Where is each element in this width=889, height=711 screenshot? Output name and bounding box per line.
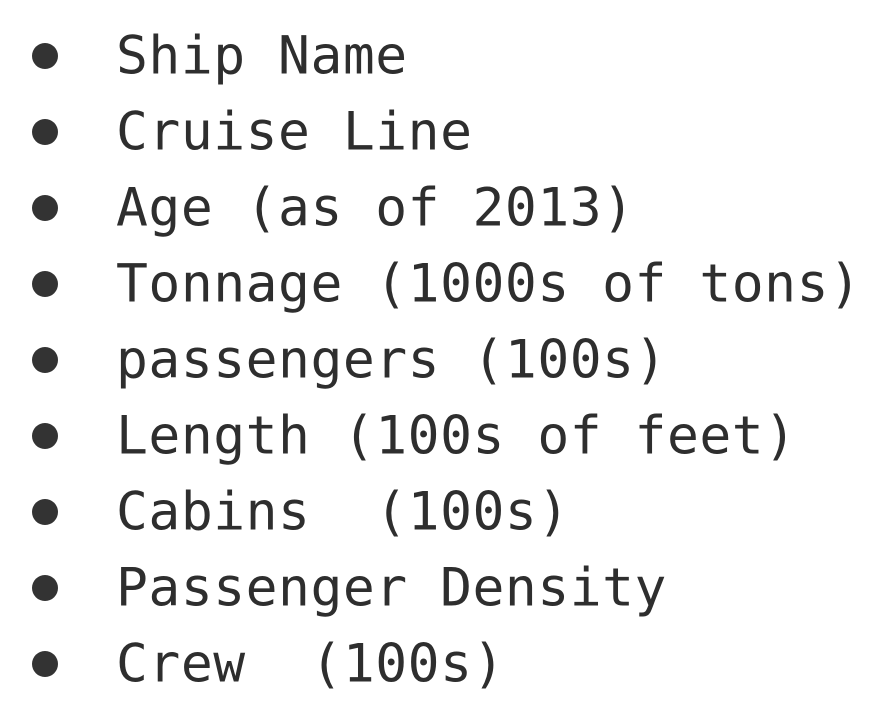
list-item-label: Age (as of 2013): [116, 177, 635, 239]
list-item: Cruise Line: [0, 94, 889, 170]
bullet-dot-icon: [32, 347, 58, 373]
list-item-label: Cabins (100s): [116, 481, 570, 543]
bullet-dot-icon: [32, 423, 58, 449]
list-item-label: Ship Name: [116, 25, 408, 87]
list-item: Ship Name: [0, 18, 889, 94]
list-item: Cabins (100s): [0, 474, 889, 550]
bullet-dot-icon: [32, 271, 58, 297]
list-item: Age (as of 2013): [0, 170, 889, 246]
list-item: Length (100s of feet): [0, 398, 889, 474]
bullet-dot-icon: [32, 575, 58, 601]
list-item-label: passengers (100s): [116, 329, 667, 391]
bullet-dot-icon: [32, 499, 58, 525]
list-item-label: Length (100s of feet): [116, 405, 797, 467]
list-item: Tonnage (1000s of tons): [0, 246, 889, 322]
list-item: Passenger Density: [0, 550, 889, 626]
bullet-dot-icon: [32, 195, 58, 221]
feature-bullet-list: Ship Name Cruise Line Age (as of 2013) T…: [0, 18, 889, 702]
bullet-dot-icon: [32, 119, 58, 145]
list-item: passengers (100s): [0, 322, 889, 398]
list-item: Crew (100s): [0, 626, 889, 702]
list-item-label: Crew (100s): [116, 633, 505, 695]
list-item-label: Passenger Density: [116, 557, 667, 619]
bullet-dot-icon: [32, 43, 58, 69]
bullet-dot-icon: [32, 651, 58, 677]
list-item-label: Cruise Line: [116, 101, 473, 163]
list-item-label: Tonnage (1000s of tons): [116, 253, 862, 315]
